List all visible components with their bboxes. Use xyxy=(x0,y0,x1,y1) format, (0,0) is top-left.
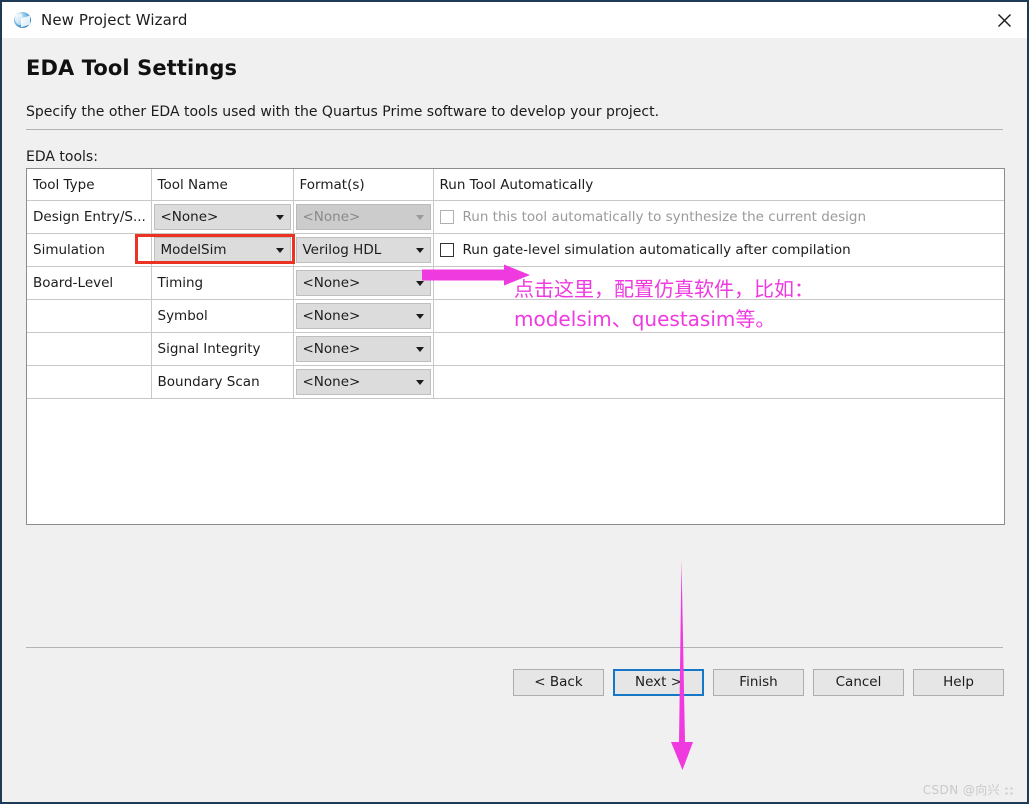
tool-name-combo-simulation[interactable]: ModelSim xyxy=(153,237,291,263)
cell-format: <None> xyxy=(293,299,434,333)
back-button[interactable]: < Back xyxy=(513,668,604,696)
resize-grip-icon xyxy=(1004,786,1015,797)
new-project-wizard-window: New Project Wizard EDA Tool Settings Spe… xyxy=(0,0,1029,804)
format-combo-simulation[interactable]: Verilog HDL xyxy=(295,237,431,263)
format-combo-design-entry: <None> xyxy=(295,204,431,230)
table-row: Signal Integrity <None> xyxy=(27,332,1004,366)
table-header-row: Tool Type Tool Name Format(s) Run Tool A… xyxy=(27,169,1004,201)
cell-run-automatically xyxy=(433,332,1004,366)
page-description: Specify the other EDA tools used with th… xyxy=(26,104,660,120)
format-combo-signal-integrity[interactable]: <None> xyxy=(295,336,431,362)
checkbox-run-gate-level-simulation[interactable] xyxy=(439,243,454,257)
chevron-down-icon xyxy=(410,304,430,328)
cell-tool-type xyxy=(27,299,152,333)
cell-tool-type: Board-Level xyxy=(27,266,152,300)
table-row: Simulation ModelSim Verilog HDL Run gate… xyxy=(27,233,1005,267)
cell-tool-type: Design Entry/S... xyxy=(27,200,152,234)
watermark: CSDN @向兴 xyxy=(923,781,1015,798)
cancel-button[interactable]: Cancel xyxy=(813,668,904,696)
checkbox-run-synthesis xyxy=(439,210,454,224)
chevron-down-icon xyxy=(410,337,430,361)
cell-tool-name: Symbol xyxy=(151,299,294,333)
cell-format: <None> xyxy=(293,200,434,234)
cell-format: <None> xyxy=(293,332,434,366)
cell-format: Verilog HDL xyxy=(293,233,434,267)
format-combo-boundary-scan[interactable]: <None> xyxy=(295,369,431,395)
tool-name-combo-design-entry[interactable]: <None> xyxy=(153,204,291,230)
column-header-run-tool-automatically[interactable]: Run Tool Automatically xyxy=(433,169,1004,201)
column-header-tool-type[interactable]: Tool Type xyxy=(27,169,152,201)
cell-tool-name: <None> xyxy=(151,200,294,234)
help-button[interactable]: Help xyxy=(913,668,1004,696)
column-header-tool-name[interactable]: Tool Name xyxy=(151,169,294,201)
chevron-down-icon xyxy=(410,238,430,262)
quartus-globe-icon xyxy=(14,11,32,29)
cell-tool-type xyxy=(27,365,152,399)
cell-tool-name: ModelSim xyxy=(151,233,294,267)
cell-format: <None> xyxy=(293,365,434,399)
run-automatically-design-entry: Run this tool automatically to synthesiz… xyxy=(434,209,1005,225)
cell-tool-type xyxy=(27,332,152,366)
close-icon[interactable] xyxy=(981,2,1027,38)
cell-format: <None> xyxy=(293,266,434,300)
button-bar: < Back Next > Finish Cancel Help xyxy=(2,659,1027,705)
table-row: Design Entry/S... <None> <None> Run this… xyxy=(27,200,1005,234)
chevron-down-icon xyxy=(270,238,290,262)
cell-tool-name: Signal Integrity xyxy=(151,332,294,366)
window-title: New Project Wizard xyxy=(41,11,188,29)
column-header-formats[interactable]: Format(s) xyxy=(293,169,434,201)
format-combo-timing[interactable]: <None> xyxy=(295,270,431,296)
cell-run-automatically xyxy=(433,365,1004,399)
dialog-body: EDA Tool Settings Specify the other EDA … xyxy=(2,38,1027,802)
annotation-arrow-vertical xyxy=(657,560,707,772)
cell-tool-name: Timing xyxy=(151,266,294,300)
finish-button[interactable]: Finish xyxy=(713,668,804,696)
cell-tool-name: Boundary Scan xyxy=(151,365,294,399)
eda-tools-table-container: Tool Type Tool Name Format(s) Run Tool A… xyxy=(26,168,1005,525)
table-row: Boundary Scan <None> xyxy=(27,365,1004,399)
eda-tools-label: EDA tools: xyxy=(26,149,98,165)
title-bar: New Project Wizard xyxy=(2,2,1027,38)
cell-run-automatically: Run this tool automatically to synthesiz… xyxy=(433,200,1005,234)
chevron-down-icon xyxy=(270,205,290,229)
run-automatically-simulation: Run gate-level simulation automatically … xyxy=(434,242,1005,258)
chevron-down-icon xyxy=(410,370,430,394)
cell-run-automatically: Run gate-level simulation automatically … xyxy=(433,233,1005,267)
bottom-divider xyxy=(26,647,1003,648)
annotation-text: 点击这里，配置仿真软件，比如： modelsim、questasim等。 xyxy=(514,277,814,331)
top-divider xyxy=(26,129,1003,130)
chevron-down-icon xyxy=(410,205,430,229)
format-combo-symbol[interactable]: <None> xyxy=(295,303,431,329)
page-title: EDA Tool Settings xyxy=(26,56,238,80)
cell-tool-type: Simulation xyxy=(27,233,152,267)
